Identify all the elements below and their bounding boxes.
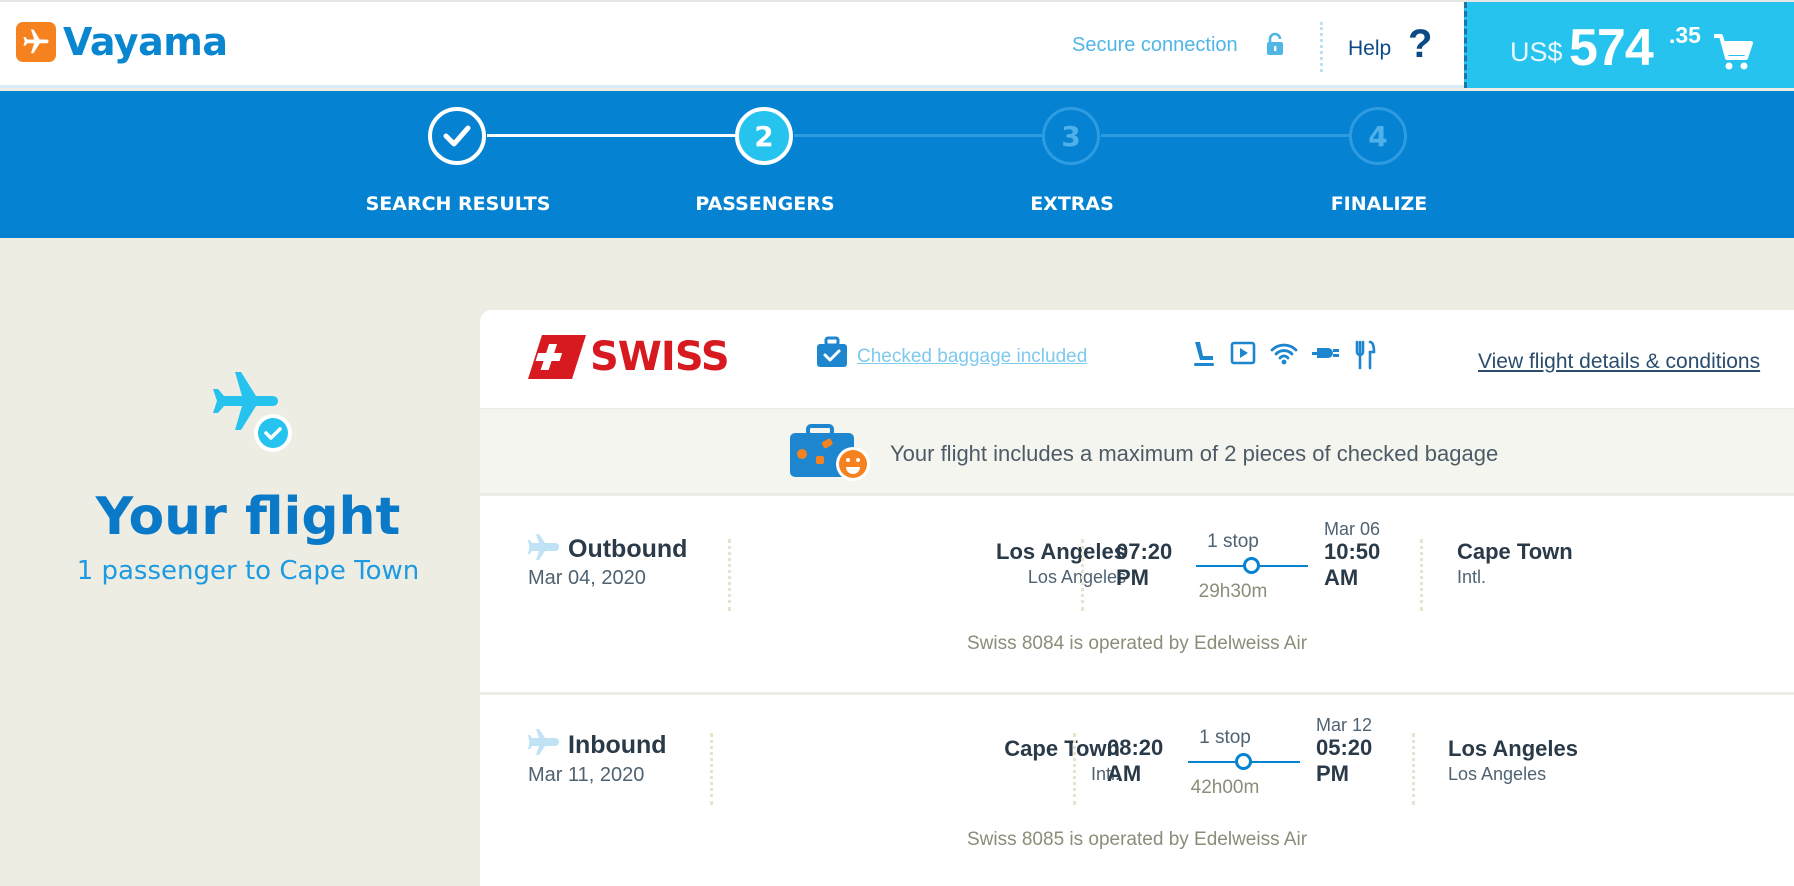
suitcase-smiley-icon: [788, 424, 872, 487]
outbound-label: Outbound: [568, 535, 688, 563]
amenities-list: [1192, 340, 1376, 370]
top-header: Vayama Secure connection Help ? US$ 574 …: [0, 0, 1794, 88]
outbound-date: Mar 04, 2020: [528, 567, 646, 589]
step-extras: 3: [1042, 107, 1100, 165]
baggage-included-icon: [816, 336, 848, 373]
checked-baggage-link[interactable]: Checked baggage included: [857, 346, 1087, 368]
divider: [1420, 539, 1423, 611]
progress-line-done: [487, 134, 737, 137]
inbound-origin-city: Cape Town: [1004, 736, 1120, 761]
shopping-cart-icon: [1712, 32, 1754, 77]
outbound-flight-row[interactable]: Outbound Mar 04, 2020 Los Angeles Los An…: [480, 499, 1794, 692]
outbound-origin-sub: Los Angeles: [1027, 567, 1126, 587]
outbound-operated-by: Swiss 8084 is operated by Edelweiss Air: [966, 633, 1308, 654]
outbound-destination-city: Cape Town: [1457, 539, 1573, 564]
video-icon: [1230, 341, 1256, 365]
inbound-duration: 42h00m: [1190, 777, 1260, 798]
flight-summary-card: SWISS Checked baggage included View flig…: [480, 310, 1794, 886]
inbound-arrival-time: 05:20: [1316, 735, 1373, 760]
inbound-operated-by: Swiss 8085 is operated by Edelweiss Air: [966, 829, 1308, 850]
outbound-arrival-ampm: AM: [1324, 565, 1359, 590]
inbound-destination-city: Los Angeles: [1448, 736, 1578, 761]
outbound-plane-icon: [528, 534, 560, 565]
baggage-info-banner: Your flight includes a maximum of 2 piec…: [480, 408, 1794, 496]
divider: [710, 733, 713, 805]
price-cents: .35: [1669, 22, 1701, 48]
seat-icon: [1194, 342, 1214, 366]
outbound-stops: 1 stop: [1207, 531, 1259, 552]
step-label-finalize: FINALIZE: [1330, 193, 1428, 215]
plane-logo-icon: [16, 22, 56, 62]
inbound-date: Mar 11, 2020: [528, 764, 645, 786]
inbound-destination-sub: Los Angeles: [1448, 764, 1547, 784]
price-currency: US$: [1510, 37, 1563, 67]
divider: [1073, 733, 1076, 805]
step-label-extras: EXTRAS: [1030, 193, 1114, 215]
your-flight-subtitle: 1 passenger to Cape Town: [76, 556, 420, 586]
step-passengers[interactable]: 2: [735, 107, 793, 165]
outbound-departure-ampm: PM: [1116, 565, 1149, 590]
inbound-departure-ampm: AM: [1107, 761, 1142, 786]
inbound-arrival-date: Mar 12: [1316, 715, 1373, 735]
meal-icon: [1355, 340, 1376, 370]
outbound-arrival-time: 10:50: [1324, 539, 1381, 564]
progress-line-todo: [1101, 134, 1351, 137]
inbound-arrival-ampm: PM: [1316, 761, 1349, 786]
inbound-stops: 1 stop: [1199, 727, 1251, 748]
inbound-plane-icon: [528, 729, 560, 760]
divider: [1081, 539, 1084, 611]
stop-dot: [1235, 753, 1252, 770]
help-question-icon[interactable]: ?: [1408, 22, 1432, 67]
airline-row: SWISS Checked baggage included View flig…: [480, 310, 1794, 408]
inbound-label: Inbound: [568, 731, 667, 759]
inbound-departure-time: 08:20: [1107, 735, 1164, 760]
check-icon: [443, 125, 471, 147]
divider: [728, 539, 731, 611]
outbound-duration: 29h30m: [1198, 581, 1268, 602]
step-label-search-results[interactable]: SEARCH RESULTS: [328, 193, 588, 215]
flight-confirmed-icon: [212, 366, 296, 459]
divider: [1412, 733, 1415, 805]
step-finalize: 4: [1349, 107, 1407, 165]
price-cart-button[interactable]: US$ 574 .35: [1464, 2, 1794, 88]
airline-name: SWISS: [590, 334, 730, 380]
brand-name: Vayama: [63, 20, 228, 64]
stop-dot: [1243, 557, 1260, 574]
inbound-flight-row[interactable]: Inbound Mar 11, 2020 Cape Town Intl. 08:…: [480, 692, 1794, 885]
step-search-results[interactable]: [428, 107, 486, 165]
help-link[interactable]: Help: [1348, 37, 1391, 61]
booking-progress: 2 3 4 SEARCH RESULTS PASSENGERS EXTRAS F…: [0, 91, 1794, 238]
inbound-origin-sub: Intl.: [1090, 764, 1120, 784]
outbound-origin-city: Los Angeles: [996, 539, 1126, 564]
power-icon: [1312, 348, 1339, 358]
header-separator: [1320, 22, 1323, 72]
outbound-destination-sub: Intl.: [1457, 567, 1487, 587]
view-flight-details-link[interactable]: View flight details & conditions: [1478, 350, 1760, 374]
swiss-airline-logo: SWISS: [528, 334, 730, 380]
price-amount: 574: [1569, 19, 1654, 77]
progress-line-todo: [794, 134, 1044, 137]
step-label-passengers: PASSENGERS: [695, 193, 835, 215]
baggage-info-text: Your flight includes a maximum of 2 piec…: [890, 441, 1499, 466]
wifi-icon: [1270, 343, 1298, 365]
outbound-arrival-date: Mar 06: [1324, 519, 1381, 539]
brand-logo[interactable]: Vayama: [16, 20, 228, 64]
lock-icon: [1266, 32, 1284, 61]
swiss-flag-icon: [528, 335, 586, 379]
your-flight-title: Your flight: [95, 487, 401, 547]
outbound-departure-time: 07:20: [1116, 539, 1173, 564]
secure-connection-label: Secure connection: [1072, 34, 1238, 56]
